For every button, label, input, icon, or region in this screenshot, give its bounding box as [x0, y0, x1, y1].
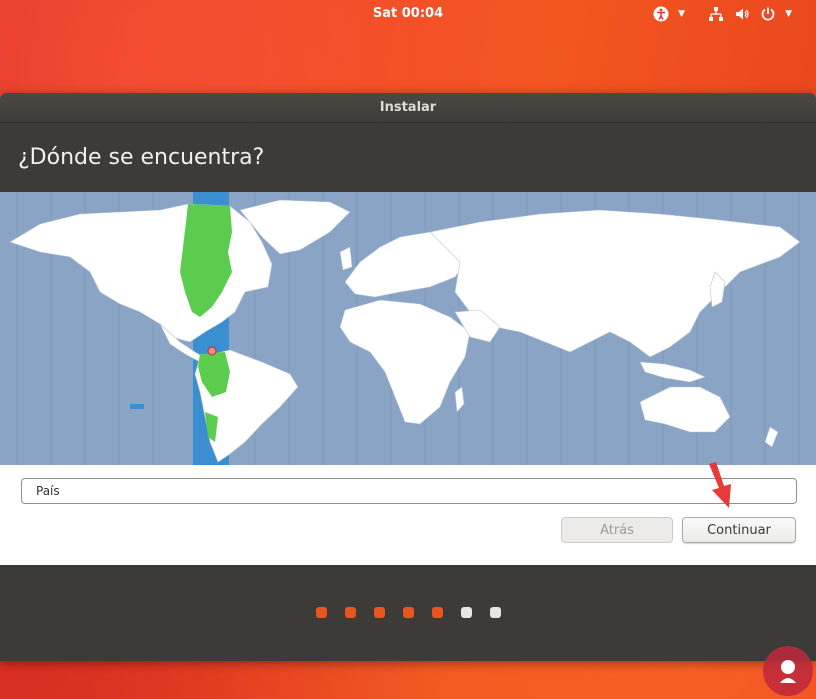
progress-dot-3 [373, 607, 385, 618]
back-button[interactable]: Atrás [561, 517, 673, 543]
progress-dot-5 [431, 607, 443, 618]
progress-dot-2 [344, 607, 356, 618]
country-input[interactable] [21, 478, 797, 504]
clock[interactable]: Sat 00:04 [373, 6, 443, 21]
page-title: ¿Dónde se encuentra? [18, 145, 265, 170]
installer-window: Instalar ¿Dónde se encuentra? País Atrás… [0, 93, 816, 661]
window-title: Instalar [379, 100, 437, 115]
location-pin-icon[interactable] [207, 346, 217, 356]
chevron-down-icon[interactable]: ▼ [785, 9, 792, 19]
accessibility-icon[interactable] [652, 5, 670, 23]
power-icon[interactable] [759, 5, 777, 23]
progress-footer [0, 565, 816, 661]
chevron-down-icon[interactable]: ▼ [678, 9, 685, 19]
continents [9, 199, 801, 463]
top-panel: Sat 00:04 ▼ ▼ [0, 0, 816, 27]
progress-dot-6 [460, 607, 472, 618]
continue-button[interactable]: Continuar [682, 517, 796, 543]
network-icon[interactable] [707, 5, 725, 23]
timezone-map[interactable] [0, 192, 816, 465]
watermark-logo [763, 646, 813, 696]
progress-dots [0, 607, 816, 618]
system-tray: ▼ ▼ [652, 0, 806, 27]
progress-dot-7 [489, 607, 501, 618]
annotation-arrow-icon [709, 462, 731, 508]
form-area: Atrás Continuar [0, 465, 816, 565]
progress-dot-4 [402, 607, 414, 618]
window-titlebar[interactable]: Instalar [0, 93, 816, 123]
volume-icon[interactable] [733, 5, 751, 23]
progress-dot-1 [315, 607, 327, 618]
page-header: ¿Dónde se encuentra? [0, 123, 816, 193]
